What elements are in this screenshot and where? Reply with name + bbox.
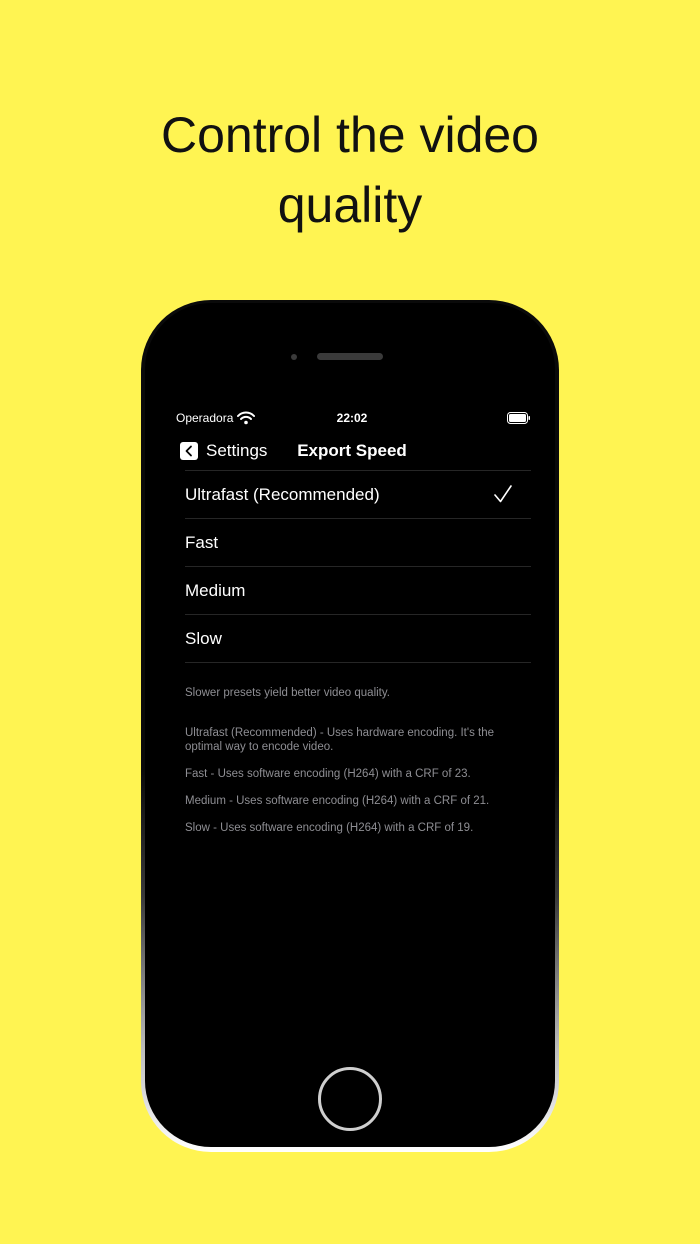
- headline-line-1: Control the video: [160, 107, 539, 163]
- status-time: 22:02: [336, 411, 368, 425]
- footer-summary: Slower presets yield better video qualit…: [185, 687, 390, 699]
- export-speed-options: Ultrafast (Recommended) Fast Medium Slow: [185, 470, 531, 663]
- options-footer: Slower presets yield better video qualit…: [185, 686, 505, 848]
- option-fast[interactable]: Fast: [185, 519, 531, 567]
- page-title: Export Speed: [297, 441, 407, 460]
- option-label: Slow: [185, 629, 222, 648]
- footer-description-ultrafast: Ultrafast (Recommended) - Uses hardware …: [185, 727, 494, 753]
- battery-icon: [507, 412, 530, 424]
- option-label: Medium: [185, 581, 246, 600]
- footer-description-medium: Medium - Uses software encoding (H264) w…: [185, 795, 490, 807]
- home-button[interactable]: [318, 1067, 382, 1131]
- earpiece-speaker: [317, 353, 383, 360]
- checkmark-icon: [494, 485, 512, 503]
- option-label: Fast: [185, 533, 219, 552]
- option-slow[interactable]: Slow: [185, 615, 531, 663]
- status-bar: Operadora 22:02: [173, 409, 531, 429]
- phone-screen: Operadora 22:02 Settings Export Speed Ul…: [173, 395, 531, 1055]
- navigation-bar: Settings Export Speed: [173, 437, 531, 467]
- option-label: Ultrafast (Recommended): [185, 485, 380, 504]
- option-ultrafast[interactable]: Ultrafast (Recommended): [185, 471, 531, 519]
- headline: Control the video quality: [0, 100, 700, 240]
- phone-bezel: Operadora 22:02 Settings Export Speed Ul…: [145, 303, 555, 1147]
- phone-frame: Operadora 22:02 Settings Export Speed Ul…: [141, 300, 559, 1152]
- option-medium[interactable]: Medium: [185, 567, 531, 615]
- footer-description-fast: Fast - Uses software encoding (H264) wit…: [185, 768, 471, 780]
- footer-description-slow: Slow - Uses software encoding (H264) wit…: [185, 822, 474, 834]
- headline-line-2: quality: [277, 177, 423, 233]
- front-camera: [291, 354, 297, 360]
